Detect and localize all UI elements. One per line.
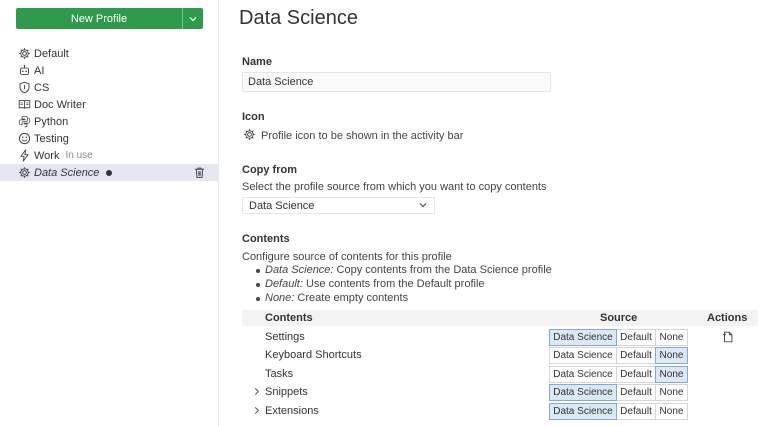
column-header-actions: Actions <box>707 312 748 324</box>
row-label: Snippets <box>265 386 308 398</box>
python-icon <box>18 115 31 128</box>
icon-section-label: Icon <box>242 111 265 123</box>
option-data-science[interactable]: Data Science <box>549 366 617 383</box>
table-row: Extensions Data Science Default None <box>242 402 758 420</box>
source-selector: Data Science Default None <box>549 403 688 420</box>
option-default[interactable]: Default <box>616 329 656 346</box>
table-row: Settings Data Science Default None <box>242 328 758 346</box>
profile-name: Python <box>34 115 69 128</box>
row-label: Keyboard Shortcuts <box>265 349 362 361</box>
option-none[interactable]: None <box>655 403 688 420</box>
profile-name: Data Science <box>34 166 100 179</box>
book-icon <box>18 98 31 111</box>
option-data-science[interactable]: Data Science <box>549 329 617 346</box>
source-selector: Data Science Default None <box>549 347 688 364</box>
copy-from-select[interactable]: Data Science <box>242 197 435 214</box>
robot-icon <box>18 64 31 77</box>
profiles-sidebar: New Profile Default AI CS Doc Writer Pyt… <box>0 0 219 426</box>
row-label: Settings <box>265 331 305 343</box>
source-selector: Data Science Default None <box>549 329 688 346</box>
smiley-icon <box>18 132 31 145</box>
profile-name: Testing <box>34 132 69 145</box>
table-row: Snippets Data Science Default None <box>242 383 758 401</box>
contents-section-label: Contents <box>242 233 290 245</box>
gear-icon <box>18 47 31 60</box>
column-header-source: Source <box>600 312 638 324</box>
new-profile-dropdown[interactable] <box>183 8 203 29</box>
option-data-science[interactable]: Data Science <box>549 403 617 420</box>
gear-icon <box>18 166 31 179</box>
unsaved-dot-icon <box>106 169 113 176</box>
option-default[interactable]: Default <box>616 347 656 364</box>
shield-icon <box>18 81 31 94</box>
source-selector: Data Science Default None <box>549 384 688 401</box>
new-profile-button-group: New Profile <box>16 8 203 29</box>
profile-item-default[interactable]: Default <box>0 45 218 62</box>
row-label: Tasks <box>265 368 294 380</box>
option-none[interactable]: None <box>655 347 688 364</box>
table-row: Keyboard Shortcuts Data Science Default … <box>242 346 758 364</box>
profile-item-doc-writer[interactable]: Doc Writer <box>0 96 218 113</box>
profile-item-ai[interactable]: AI <box>0 62 218 79</box>
chevron-right-icon[interactable] <box>253 406 261 418</box>
column-header-contents: Contents <box>265 312 313 324</box>
source-selector: Data Science Default None <box>549 366 688 383</box>
profile-item-testing[interactable]: Testing <box>0 130 218 147</box>
option-default[interactable]: Default <box>616 366 656 383</box>
trash-icon[interactable] <box>193 166 206 179</box>
profile-name: Default <box>34 47 69 60</box>
icon-description: Profile icon to be shown in the activity… <box>261 130 464 142</box>
profile-item-work[interactable]: Work In use <box>0 147 218 164</box>
table-row: Tasks Data Science Default None <box>242 365 758 383</box>
name-section-label: Name <box>242 56 272 68</box>
name-input[interactable]: Data Science <box>242 72 551 92</box>
option-data-science[interactable]: Data Science <box>549 384 617 401</box>
row-label: Extensions <box>265 405 319 417</box>
contents-description: Configure source of contents for this pr… <box>242 251 452 263</box>
profile-name: CS <box>34 81 50 94</box>
bullet-item: None: Create empty contents <box>256 292 552 306</box>
profile-name: Doc Writer <box>34 98 86 111</box>
bullet-item: Default: Use contents from the Default p… <box>256 278 552 292</box>
profile-name: AI <box>34 64 45 77</box>
option-none[interactable]: None <box>655 384 688 401</box>
bullet-item: Data Science: Copy contents from the Dat… <box>256 264 552 278</box>
profile-list: Default AI CS Doc Writer Python Testing … <box>0 45 218 181</box>
lightning-icon <box>18 149 31 162</box>
option-none[interactable]: None <box>655 366 688 383</box>
chevron-down-icon <box>189 16 197 21</box>
contents-table-header: Contents Source Actions <box>242 310 758 326</box>
profile-name: Work <box>34 149 60 162</box>
profile-item-python[interactable]: Python <box>0 113 218 130</box>
profile-item-data-science[interactable]: Data Science <box>0 164 218 181</box>
page-title: Data Science <box>239 7 358 29</box>
option-default[interactable]: Default <box>616 403 656 420</box>
copy-from-value: Data Science <box>249 199 315 212</box>
copy-from-label: Copy from <box>242 164 297 176</box>
chevron-right-icon[interactable] <box>253 387 261 399</box>
profile-item-cs[interactable]: CS <box>0 79 218 96</box>
in-use-label: In use <box>65 150 93 161</box>
profile-icon-row: Profile icon to be shown in the activity… <box>243 128 463 144</box>
chevron-down-icon <box>418 200 428 213</box>
open-file-icon[interactable] <box>721 330 735 344</box>
copy-from-description: Select the profile source from which you… <box>242 181 547 193</box>
option-default[interactable]: Default <box>616 384 656 401</box>
new-profile-button[interactable]: New Profile <box>16 8 183 29</box>
gear-icon[interactable] <box>243 128 256 144</box>
option-none[interactable]: None <box>655 329 688 346</box>
contents-bullets: Data Science: Copy contents from the Dat… <box>256 264 552 306</box>
option-data-science[interactable]: Data Science <box>549 347 617 364</box>
